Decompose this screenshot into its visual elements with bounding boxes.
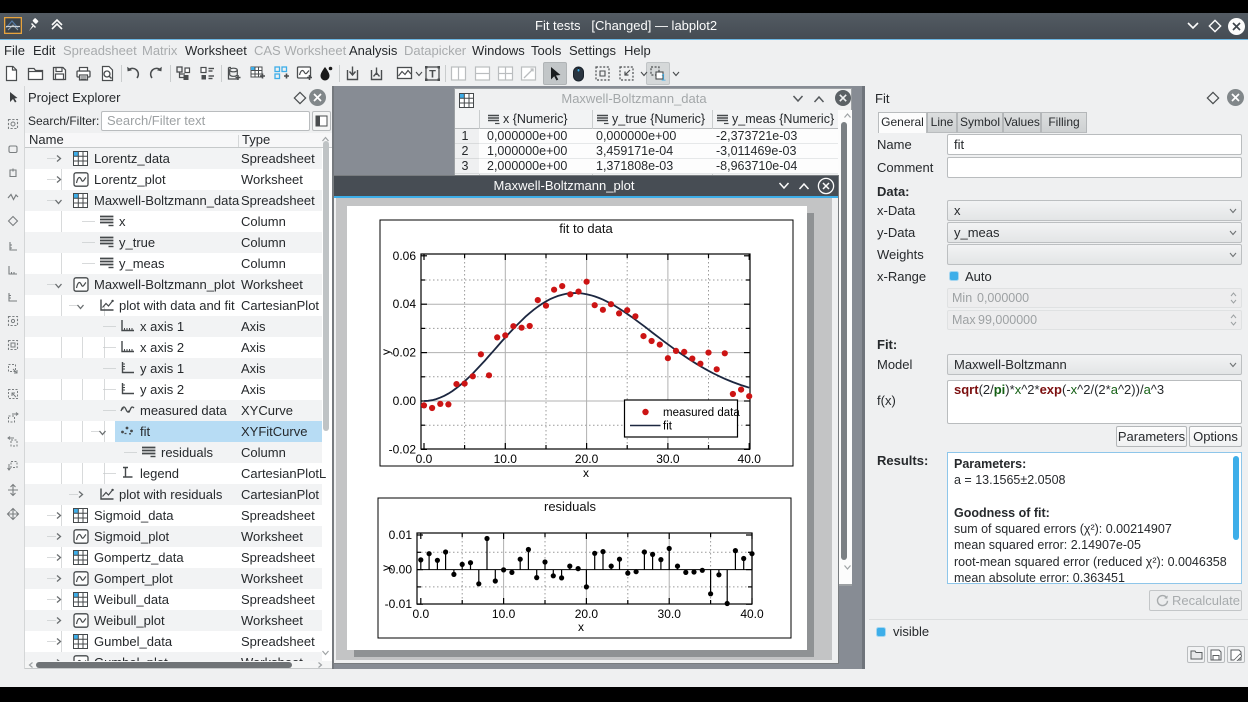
svg-text:x: x bbox=[583, 466, 589, 480]
svg-text:40.0: 40.0 bbox=[740, 607, 764, 621]
svg-text:y: y bbox=[379, 565, 393, 571]
svg-text:fit: fit bbox=[663, 421, 673, 433]
svg-text:T: T bbox=[429, 69, 436, 81]
svg-text:10.0: 10.0 bbox=[494, 452, 518, 466]
svg-text:-0.01: -0.01 bbox=[385, 597, 413, 611]
svg-text:40.0: 40.0 bbox=[738, 452, 762, 466]
svg-text:0.0: 0.0 bbox=[412, 607, 429, 621]
svg-text:fit to data: fit to data bbox=[559, 221, 613, 236]
svg-text:10.0: 10.0 bbox=[492, 607, 516, 621]
svg-text:-0.02: -0.02 bbox=[389, 442, 417, 456]
svg-text:30.0: 30.0 bbox=[658, 607, 682, 621]
svg-text:0.0: 0.0 bbox=[416, 452, 433, 466]
svg-text:0.06: 0.06 bbox=[393, 249, 417, 263]
svg-text:0.04: 0.04 bbox=[393, 297, 417, 311]
svg-text:0.02: 0.02 bbox=[393, 346, 417, 360]
svg-text:0.00: 0.00 bbox=[393, 394, 417, 408]
svg-text:20.0: 20.0 bbox=[575, 607, 599, 621]
svg-text:1: 1 bbox=[661, 73, 666, 83]
svg-text:y: y bbox=[379, 349, 393, 355]
svg-text:20.0: 20.0 bbox=[575, 452, 599, 466]
svg-text:measured data: measured data bbox=[663, 407, 740, 419]
svg-text:residuals: residuals bbox=[544, 499, 597, 514]
svg-text:x: x bbox=[578, 620, 584, 634]
svg-text:0.01: 0.01 bbox=[389, 528, 413, 542]
svg-text:30.0: 30.0 bbox=[656, 452, 680, 466]
